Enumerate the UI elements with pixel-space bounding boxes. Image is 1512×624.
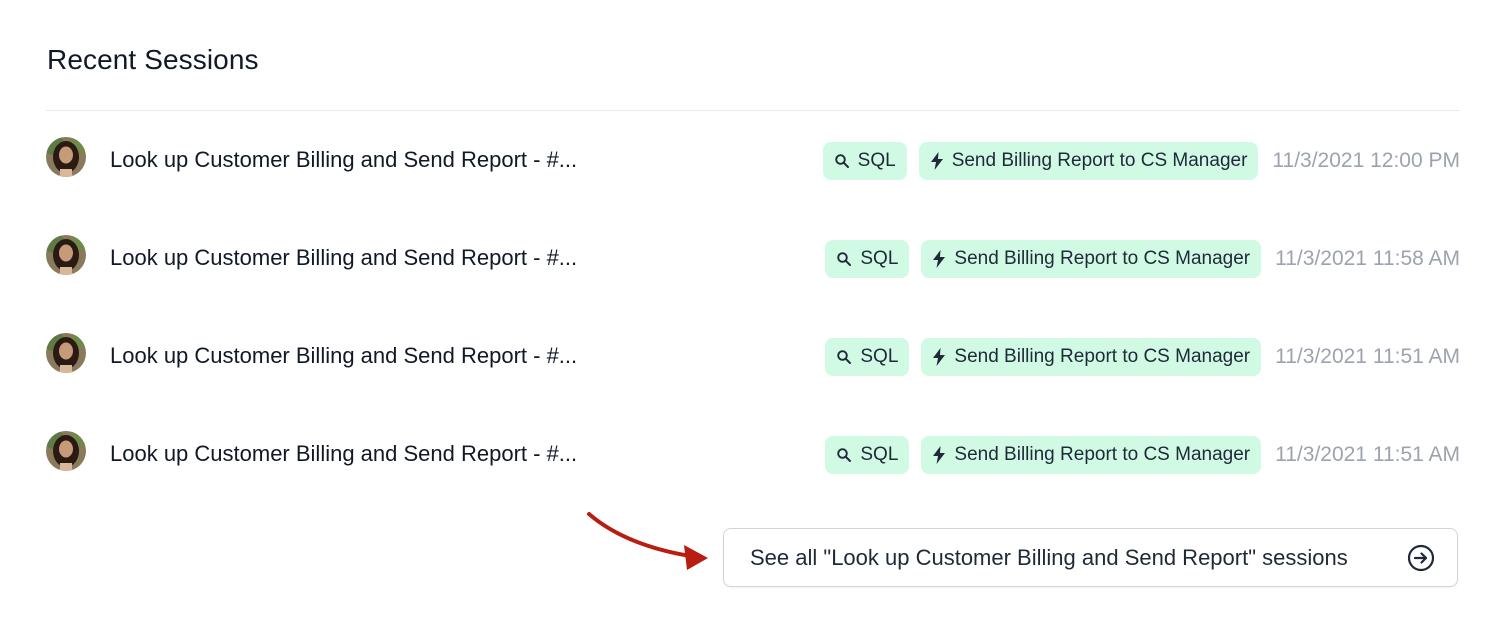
session-timestamp: 11/3/2021 11:58 AM: [1275, 247, 1460, 270]
tag-workflow[interactable]: Send Billing Report to CS Manager: [921, 436, 1262, 474]
tag-label: SQL: [857, 150, 896, 171]
session-timestamp: 11/3/2021 11:51 AM: [1275, 345, 1460, 368]
recent-sessions-panel: Recent Sessions Look up Customer Billing…: [46, 0, 1460, 624]
search-icon: [837, 350, 852, 364]
see-all-sessions-button[interactable]: See all "Look up Customer Billing and Se…: [723, 528, 1458, 587]
session-list: Look up Customer Billing and Send Report…: [46, 112, 1460, 504]
tag-label: SQL: [860, 444, 899, 465]
tag-sql[interactable]: SQL: [822, 142, 907, 180]
tag-label: Send Billing Report to CS Manager: [951, 150, 1248, 171]
session-title[interactable]: Look up Customer Billing and Send Report…: [110, 146, 577, 174]
search-icon: [837, 252, 852, 266]
session-row[interactable]: Look up Customer Billing and Send Report…: [46, 112, 1460, 210]
divider: [46, 110, 1460, 111]
avatar: [46, 431, 86, 471]
tag-label: Send Billing Report to CS Manager: [954, 248, 1251, 269]
tag-label: Send Billing Report to CS Manager: [954, 444, 1251, 465]
avatar: [46, 137, 86, 177]
session-meta: SQL Send Billing Report to CS Manager 11…: [825, 436, 1460, 474]
session-title[interactable]: Look up Customer Billing and Send Report…: [110, 342, 577, 370]
tag-label: Send Billing Report to CS Manager: [954, 346, 1251, 367]
lightning-icon: [930, 152, 943, 170]
tag-label: SQL: [860, 346, 899, 367]
tag-label: SQL: [860, 248, 899, 269]
session-row[interactable]: Look up Customer Billing and Send Report…: [46, 308, 1460, 406]
lightning-icon: [933, 348, 946, 366]
session-timestamp: 11/3/2021 12:00 PM: [1272, 149, 1460, 172]
session-meta: SQL Send Billing Report to CS Manager 11…: [822, 142, 1460, 180]
tag-sql[interactable]: SQL: [825, 338, 910, 376]
session-title[interactable]: Look up Customer Billing and Send Report…: [110, 244, 577, 272]
session-row[interactable]: Look up Customer Billing and Send Report…: [46, 406, 1460, 504]
lightning-icon: [933, 446, 946, 464]
search-icon: [837, 448, 852, 462]
search-icon: [834, 154, 849, 168]
lightning-icon: [933, 250, 946, 268]
avatar: [46, 235, 86, 275]
tag-sql[interactable]: SQL: [825, 436, 910, 474]
tag-workflow[interactable]: Send Billing Report to CS Manager: [921, 338, 1262, 376]
tag-sql[interactable]: SQL: [825, 240, 910, 278]
session-row[interactable]: Look up Customer Billing and Send Report…: [46, 210, 1460, 308]
session-timestamp: 11/3/2021 11:51 AM: [1275, 443, 1460, 466]
see-all-label: See all "Look up Customer Billing and Se…: [750, 544, 1348, 570]
tag-workflow[interactable]: Send Billing Report to CS Manager: [918, 142, 1259, 180]
session-meta: SQL Send Billing Report to CS Manager 11…: [825, 240, 1460, 278]
section-title: Recent Sessions: [47, 44, 259, 75]
tag-workflow[interactable]: Send Billing Report to CS Manager: [921, 240, 1262, 278]
avatar: [46, 333, 86, 373]
session-title[interactable]: Look up Customer Billing and Send Report…: [110, 440, 577, 468]
session-meta: SQL Send Billing Report to CS Manager 11…: [825, 338, 1460, 376]
arrow-right-circle-icon: [1407, 544, 1435, 571]
